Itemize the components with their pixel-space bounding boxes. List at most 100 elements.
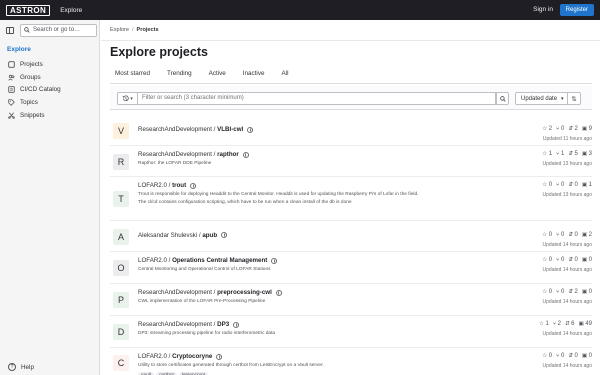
project-row[interactable]: T LOFAR2.0 / trout Trout is responsible fo…	[110, 177, 592, 221]
issues-count[interactable]: ▣ 0	[582, 289, 592, 295]
star-icon: ☆	[542, 353, 548, 359]
tab-all[interactable]: All	[276, 70, 288, 77]
issues-count[interactable]: ▣ 1	[582, 182, 592, 188]
merge-request-icon: ⇵	[564, 321, 570, 327]
project-stats: ☆ 1 ⑂ 1 ⇵ 5 ▣ 3	[538, 151, 592, 157]
forks-count[interactable]: ⑂ 1	[556, 151, 564, 157]
project-icon	[8, 61, 15, 68]
fork-icon: ⑂	[556, 289, 560, 295]
project-avatar[interactable]: O	[113, 260, 129, 276]
tab-trending[interactable]: Trending	[162, 70, 192, 77]
filter-search-input[interactable]: Filter or search (3 character minimum)	[138, 92, 496, 105]
stars-count[interactable]: ☆ 0	[542, 182, 552, 188]
merge-requests-count[interactable]: ⇵ 0	[568, 257, 578, 263]
project-name-link[interactable]: LOFAR2.0 / Operations Central Management	[138, 257, 278, 264]
project-row[interactable]: R ResearchAndDevelopment / rapthor Rapthor…	[110, 146, 592, 177]
filter-search-button[interactable]	[496, 92, 509, 105]
project-name-link[interactable]: ResearchAndDevelopment / preprocessing-c…	[138, 289, 282, 296]
project-row[interactable]: A Aleksandar Shulevski / apub ☆ 0 ⑂ 0 ⇵ 0 ▣ 2…	[110, 221, 592, 252]
issues-value: 9	[588, 126, 592, 132]
project-avatar[interactable]: V	[113, 123, 129, 139]
stars-count[interactable]: ☆ 1	[542, 151, 552, 157]
sidebar-toggle-icon[interactable]	[6, 26, 14, 34]
project-name-link[interactable]: ResearchAndDevelopment / rapthor	[138, 151, 249, 158]
project-name: trout	[172, 182, 187, 189]
project-name: Cryptocoryne	[172, 353, 213, 360]
issues-count[interactable]: ▣ 9	[582, 126, 592, 132]
forks-count[interactable]: ⑂ 0	[556, 126, 564, 132]
updated-time: Updated 14 hours ago	[542, 363, 592, 369]
stars-count[interactable]: ☆ 2	[542, 126, 552, 132]
forks-count[interactable]: ⑂ 0	[556, 289, 564, 295]
project-avatar[interactable]: C	[113, 354, 129, 371]
project-name-link[interactable]: LOFAR2.0 / trout	[138, 182, 197, 189]
stars-count[interactable]: ☆ 0	[542, 289, 552, 295]
project-avatar[interactable]: R	[113, 153, 129, 170]
sidebar-item-catalog[interactable]: CI/CD Catalog	[0, 84, 99, 97]
tab-most-starred[interactable]: Most starred	[110, 70, 150, 77]
sidebar-heading: Explore	[7, 46, 31, 53]
project-name-link[interactable]: ResearchAndDevelopment / VLBI-cwl	[138, 126, 254, 133]
tab-inactive[interactable]: Inactive	[238, 70, 265, 77]
sidebar-item-projects[interactable]: Projects	[0, 58, 99, 71]
help-label: Help	[21, 363, 34, 371]
help-button[interactable]: ? Help	[8, 363, 34, 371]
sidebar-item-groups[interactable]: Groups	[0, 71, 99, 84]
project-avatar[interactable]: A	[113, 228, 129, 245]
merge-requests-count[interactable]: ⇵ 5	[568, 151, 578, 157]
issues-count[interactable]: ▣ 2	[582, 232, 592, 238]
sort-dropdown[interactable]: Updated date ▾	[515, 92, 568, 105]
project-avatar[interactable]: T	[113, 191, 129, 207]
updated-time: Updated 14 hours ago	[542, 299, 592, 305]
issues-count[interactable]: ▣ 49	[579, 321, 592, 327]
top-bar: ASTRON Explore Sign in Register	[0, 0, 600, 20]
project-avatar[interactable]: P	[113, 292, 129, 308]
sidebar: Search or go to… Explore Projects Groups…	[0, 20, 100, 375]
issues-count[interactable]: ▣ 0	[582, 257, 592, 263]
tab-active[interactable]: Active	[204, 70, 226, 77]
register-button[interactable]: Register	[559, 4, 594, 16]
merge-requests-count[interactable]: ⇵ 2	[568, 126, 578, 132]
merge-request-icon: ⇵	[568, 231, 574, 238]
breadcrumb-explore[interactable]: Explore	[110, 27, 129, 33]
merge-requests-count[interactable]: ⇵ 0	[568, 232, 578, 238]
sidebar-item-topics[interactable]: Topics	[0, 96, 99, 109]
project-row[interactable]: V ResearchAndDevelopment / VLBI-cwl ☆ 2 ⑂ 0…	[110, 116, 592, 146]
forks-count[interactable]: ⑂ 0	[556, 353, 564, 359]
project-row[interactable]: O LOFAR2.0 / Operations Central Managemen…	[110, 252, 592, 284]
project-description: DP3: streaming processing pipeline for r…	[138, 331, 276, 336]
sidebar-item-snippets[interactable]: Snippets	[0, 109, 99, 122]
issues-count[interactable]: ▣ 0	[582, 353, 592, 359]
merge-requests-count[interactable]: ⇵ 6	[565, 321, 575, 327]
sign-in-link[interactable]: Sign in	[533, 6, 553, 13]
forks-count[interactable]: ⑂ 0	[556, 232, 564, 238]
project-name-link[interactable]: LOFAR2.0 / Cryptocoryne	[138, 353, 223, 360]
breadcrumb-projects[interactable]: Projects	[137, 27, 159, 33]
stars-count[interactable]: ☆ 0	[542, 353, 552, 359]
stars-count[interactable]: ☆ 0	[542, 232, 552, 238]
forks-count[interactable]: ⑂ 2	[553, 321, 561, 327]
project-row[interactable]: D ResearchAndDevelopment / DP3 DP3: stream…	[110, 316, 592, 348]
recent-searches-button[interactable]: ▾	[117, 92, 138, 105]
forks-value: 0	[560, 231, 565, 238]
top-explore-link[interactable]: Explore	[60, 7, 82, 14]
merge-requests-count[interactable]: ⇵ 2	[568, 289, 578, 295]
project-row[interactable]: C LOFAR2.0 / Cryptocoryne Utility to store…	[110, 348, 592, 375]
merge-requests-value: 0	[574, 257, 578, 263]
merge-requests-count[interactable]: ⇵ 0	[568, 353, 578, 359]
project-avatar[interactable]: D	[113, 324, 129, 340]
stars-count[interactable]: ☆ 1	[539, 321, 549, 327]
project-name-link[interactable]: ResearchAndDevelopment / DP3	[138, 321, 240, 328]
forks-count[interactable]: ⑂ 0	[556, 182, 564, 188]
astron-logo[interactable]: ASTRON	[6, 4, 51, 16]
issues-count[interactable]: ▣ 3	[582, 151, 592, 157]
project-row[interactable]: P ResearchAndDevelopment / preprocessing-…	[110, 284, 592, 316]
sort-direction-button[interactable]: ⇅	[568, 92, 581, 105]
project-description: CWL implementation of the LOFAR Pre-Proc…	[138, 299, 266, 304]
stars-count[interactable]: ☆ 0	[542, 257, 552, 263]
merge-requests-count[interactable]: ⇵ 0	[568, 182, 578, 188]
project-name-link[interactable]: Aleksandar Shulevski / apub	[138, 232, 228, 239]
issues-icon: ▣	[581, 151, 588, 157]
search-button[interactable]: Search or go to…	[20, 23, 97, 37]
forks-count[interactable]: ⑂ 0	[556, 257, 564, 263]
